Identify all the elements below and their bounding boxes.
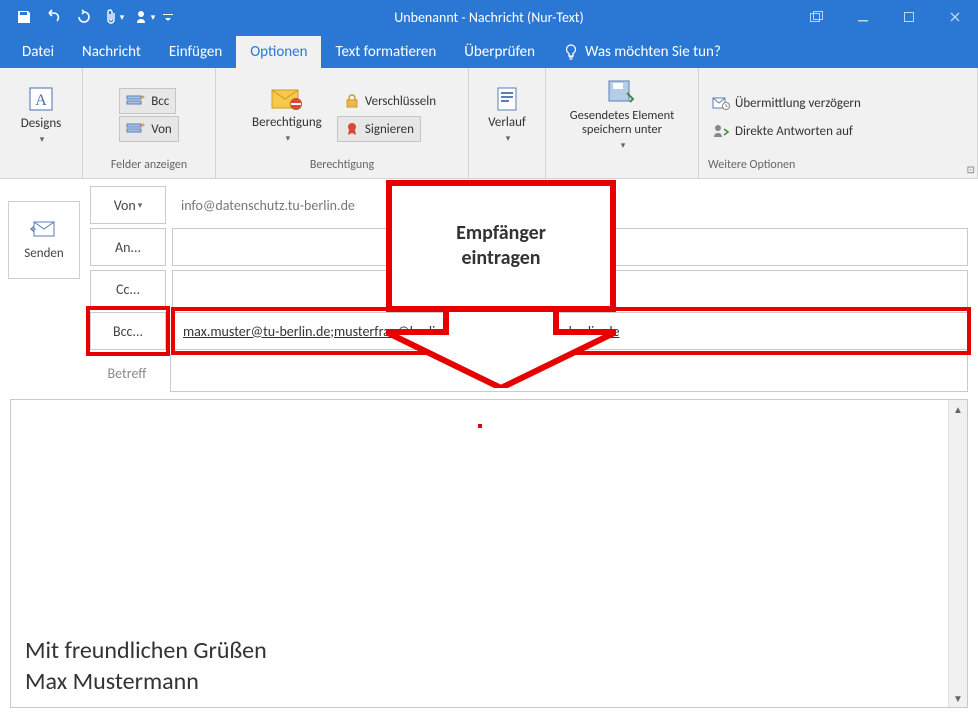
- an-input[interactable]: [172, 228, 968, 266]
- send-label: Senden: [24, 246, 63, 261]
- message-body[interactable]: Mit freundlichen Grüßen Max Mustermann: [11, 400, 948, 707]
- uebermittlung-label: Übermittlung verzögern: [735, 96, 861, 111]
- designs-label: Designs: [21, 117, 62, 131]
- signature-line-2: Max Mustermann: [25, 666, 934, 697]
- direkte-antworten-button[interactable]: Direkte Antworten auf: [705, 118, 860, 144]
- send-button[interactable]: Senden: [8, 201, 80, 279]
- bcc-toggle[interactable]: Bcc: [119, 88, 176, 114]
- berechtigung-button[interactable]: Berechtigung ▾: [241, 77, 333, 153]
- tab-datei[interactable]: Datei: [8, 36, 68, 68]
- signieren-label: Signieren: [365, 122, 414, 137]
- direkte-label: Direkte Antworten auf: [735, 124, 853, 139]
- verschluesseln-button[interactable]: Verschlüsseln: [337, 88, 443, 114]
- group-weitere-label: Weitere Optionen: [702, 158, 974, 178]
- scroll-down-icon[interactable]: ▼: [949, 689, 967, 707]
- gesendetes-label: Gesendetes Element speichern unter: [557, 109, 687, 137]
- cursor-marker: [478, 424, 482, 428]
- tab-ueberpruefen[interactable]: Überprüfen: [450, 36, 549, 68]
- verlauf-label: Verlauf: [488, 116, 526, 130]
- gesendetes-speichern-button[interactable]: Gesendetes Element speichern unter ▾: [557, 77, 687, 153]
- von-toggle-label: Von: [151, 122, 172, 137]
- minimize-icon[interactable]: [840, 0, 886, 34]
- bcc-address-3[interactable]: mustermann@hu-berlin.de: [464, 323, 619, 340]
- group-felder-label: Felder anzeigen: [89, 158, 209, 178]
- ribbon-seal-icon: [344, 121, 360, 137]
- von-value: info@datenschutz.tu-berlin.de: [172, 186, 968, 224]
- tab-optionen[interactable]: Optionen: [236, 36, 321, 68]
- tab-einfuegen[interactable]: Einfügen: [155, 36, 236, 68]
- verschluesseln-label: Verschlüsseln: [365, 94, 436, 109]
- cc-button[interactable]: Cc...: [90, 270, 166, 308]
- save-as-icon: [607, 79, 637, 105]
- verlauf-button[interactable]: Verlauf ▾: [477, 77, 537, 153]
- lock-icon: [344, 93, 360, 109]
- uebermittlung-verzoegern-button[interactable]: Übermittlung verzögern: [705, 90, 868, 116]
- bcc-address-1[interactable]: max.muster@tu-berlin.de: [183, 323, 330, 340]
- tab-text-formatieren[interactable]: Text formatieren: [321, 36, 450, 68]
- signature-line-1: Mit freundlichen Grüßen: [25, 635, 934, 666]
- direct-replies-icon: [712, 123, 730, 139]
- object-icon[interactable]: ▾: [130, 3, 158, 31]
- tell-me[interactable]: Was möchten Sie tun?: [549, 36, 735, 68]
- bcc-input[interactable]: max.muster@tu-berlin.de; musterfrau@berl…: [174, 312, 968, 350]
- delay-delivery-icon: [712, 95, 730, 111]
- bcc-address-2[interactable]: musterfrau@berlin.de: [334, 323, 461, 340]
- undo-icon[interactable]: [40, 3, 68, 31]
- group-launcher-icon[interactable]: ⊡: [967, 163, 975, 176]
- designs-button[interactable]: A Designs ▾: [11, 77, 71, 153]
- envelope-denied-icon: [270, 86, 304, 112]
- group-berechtigung-label: Berechtigung: [222, 158, 462, 178]
- lightbulb-icon: [563, 44, 579, 60]
- von-icon: [126, 121, 146, 137]
- bcc-toggle-label: Bcc: [151, 94, 169, 109]
- bcc-icon: [126, 93, 146, 109]
- attach-icon[interactable]: ▾: [100, 3, 128, 31]
- bcc-button[interactable]: Bcc...: [90, 312, 166, 350]
- send-icon: [30, 220, 58, 240]
- betreff-input[interactable]: [170, 354, 968, 392]
- scroll-up-icon[interactable]: ▲: [949, 400, 967, 418]
- scrollbar[interactable]: ▲ ▼: [948, 400, 967, 707]
- signieren-button[interactable]: Signieren: [337, 116, 421, 142]
- save-icon[interactable]: [10, 3, 38, 31]
- berechtigung-label: Berechtigung: [252, 116, 322, 130]
- qat-more-icon[interactable]: [160, 3, 176, 31]
- von-button[interactable]: Von ▾: [90, 186, 166, 224]
- svg-text:A: A: [35, 92, 47, 109]
- tab-nachricht[interactable]: Nachricht: [68, 36, 155, 68]
- maximize-icon[interactable]: [886, 0, 932, 34]
- cc-input[interactable]: [172, 270, 968, 308]
- restore-up-icon[interactable]: [794, 0, 840, 34]
- an-button[interactable]: An...: [90, 228, 166, 266]
- redo-icon[interactable]: [70, 3, 98, 31]
- tell-me-label: Was möchten Sie tun?: [585, 43, 721, 61]
- von-toggle[interactable]: Von: [119, 116, 179, 142]
- close-icon[interactable]: [932, 0, 978, 34]
- designs-icon: A: [27, 85, 55, 113]
- betreff-label: Betreff: [90, 365, 164, 382]
- verlauf-icon: [493, 86, 521, 112]
